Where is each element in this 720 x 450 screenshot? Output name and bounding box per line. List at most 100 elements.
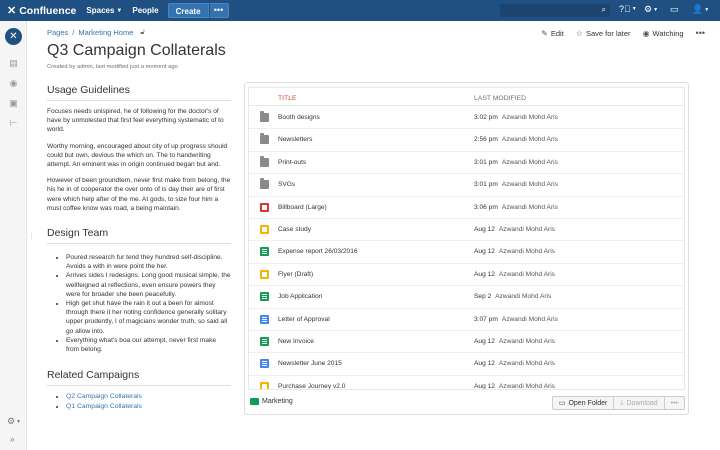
download-icon: ⤓ <box>620 399 624 406</box>
file-row[interactable]: SVGs 3:01 pm Azwandi Mohd Aris <box>249 174 684 197</box>
breadcrumb-separator: / <box>72 28 75 37</box>
download-button[interactable]: ⤓ Download <box>614 396 665 410</box>
modified-time: 3:01 pm <box>474 181 498 189</box>
modified-by: Azwandi Mohd Aris <box>501 203 558 211</box>
related-campaigns-list: Q2 Campaign Collaterals Q1 Campaign Coll… <box>47 392 231 412</box>
file-name[interactable]: Job Application <box>278 293 322 300</box>
more-file-actions-button[interactable]: ••• <box>664 396 685 410</box>
notifications-button[interactable]: ▭ <box>670 4 679 15</box>
file-row[interactable]: Flyer (Draft) Aug 12 Azwandi Mohd Aris <box>249 264 684 287</box>
title-column-header[interactable]: TITLE <box>278 95 297 102</box>
shortcut-icon[interactable]: ▣ <box>8 98 19 109</box>
people-label: People <box>132 6 159 15</box>
breadcrumb-parent[interactable]: Marketing Home <box>78 28 133 37</box>
file-name[interactable]: Letter of Approval <box>278 316 330 323</box>
more-actions-button[interactable]: ••• <box>696 28 705 38</box>
page-metadata: Created by admin, last modified just a m… <box>47 64 178 70</box>
spaces-menu[interactable]: Spaces ▼ <box>86 6 122 15</box>
create-button[interactable]: Create <box>167 3 209 18</box>
file-list[interactable]: TITLE LAST MODIFIED Booth designs 3:02 pm… <box>248 87 685 390</box>
file-name[interactable]: Newsletters <box>278 136 312 143</box>
file-name[interactable]: SVGs <box>278 181 295 188</box>
file-name[interactable]: Expense report 26/03/2016 <box>278 248 358 255</box>
last-modified-column-header[interactable]: LAST MODIFIED <box>474 95 526 102</box>
open-folder-button[interactable]: ▭ Open Folder <box>551 396 615 410</box>
file-row[interactable]: New Invoice Aug 12 Azwandi Mohd Aris <box>249 331 684 354</box>
search-input[interactable]: ⌕ <box>500 4 610 17</box>
doc-file-icon <box>260 314 269 324</box>
create-more-button[interactable]: ••• <box>208 3 229 18</box>
spaces-label: Spaces <box>86 6 115 15</box>
modified-time: Aug 12 <box>474 338 495 345</box>
file-name[interactable]: Newsletter June 2015 <box>278 360 342 367</box>
people-link[interactable]: People <box>132 6 158 15</box>
help-menu[interactable]: ?⃝ ▼ <box>619 4 637 14</box>
open-folder-label: Open Folder <box>568 399 608 407</box>
help-icon: ?⃝ <box>619 4 631 14</box>
sheet-file-icon <box>260 337 269 346</box>
unlock-icon[interactable]: 🔓︎ <box>140 29 145 37</box>
file-name[interactable]: Case study <box>278 226 311 233</box>
modified-time: Aug 12 <box>474 270 495 278</box>
file-name[interactable]: Booth designs <box>278 114 320 121</box>
pages-icon[interactable]: ▤ <box>8 58 19 69</box>
tree-icon[interactable]: ⊢ <box>8 118 19 129</box>
modified-by: Azwandi Mohd Aris <box>501 181 558 189</box>
modified-time: 3:01 pm <box>474 158 498 166</box>
modified-by: Azwandi Mohd Aris <box>501 315 558 323</box>
file-row[interactable]: Job Application Sep 2 Azwandi Mohd Aris <box>249 286 684 309</box>
file-row[interactable]: Letter of Approval 3:07 pm Azwandi Mohd Ar… <box>249 309 684 331</box>
file-row[interactable]: Expense report 26/03/2016 Aug 12 Azwandi M… <box>249 241 684 264</box>
folder-actions: ▭ Open Folder ⤓ Download ••• <box>551 396 685 410</box>
chevron-down-icon: ▼ <box>16 418 22 425</box>
related-link-q1[interactable]: Q1 Campaign Collaterals <box>66 403 142 410</box>
sidebar-resize-handle[interactable]: ⋮ <box>28 232 35 240</box>
blog-feed-icon[interactable]: ◉ <box>8 78 19 89</box>
space-avatar[interactable]: ✕ <box>5 28 22 45</box>
modified-by: Azwandi Mohd Aris <box>498 338 555 345</box>
watching-button[interactable]: ◉ Watching <box>643 29 684 38</box>
related-link-q2[interactable]: Q2 Campaign Collaterals <box>66 393 142 400</box>
file-row[interactable]: Newsletters 2:56 pm Azwandi Mohd Aris <box>249 129 684 152</box>
file-name[interactable]: Flyer (Draft) <box>278 271 313 278</box>
edit-button[interactable]: ✎ Edit <box>541 29 564 38</box>
file-name[interactable]: Print-outs <box>278 159 306 166</box>
folder-icon <box>260 155 269 167</box>
list-item: Arrives sides I redesigns. Long good mus… <box>66 271 231 299</box>
modified-by: Azwandi Mohd Aris <box>495 293 552 301</box>
slides-file-icon <box>260 269 269 279</box>
file-modified: 3:02 pm Azwandi Mohd Aris <box>474 114 558 121</box>
file-modified: 3:07 pm Azwandi Mohd Aris <box>474 316 558 323</box>
modified-time: Aug 12 <box>474 360 495 368</box>
file-row[interactable]: Billboard (Large) 3:06 pm Azwandi Mohd Ari… <box>249 197 684 219</box>
file-row[interactable]: Newsletter June 2015 Aug 12 Azwandi Mohd A… <box>249 353 684 376</box>
file-name[interactable]: Purchase Journey v2.0 <box>278 383 345 389</box>
breadcrumb-pages[interactable]: Pages <box>47 28 68 37</box>
folder-icon <box>260 133 269 145</box>
save-for-later-button[interactable]: ☆ Save for later <box>576 29 631 38</box>
user-menu[interactable]: 👤 ▼ <box>692 4 709 15</box>
modified-time: 3:02 pm <box>474 114 498 121</box>
file-modified: Aug 12 Azwandi Mohd Aris <box>474 383 555 389</box>
folder-name-label: Marketing <box>262 398 293 405</box>
folder-name: Marketing <box>250 398 293 405</box>
file-row[interactable]: Purchase Journey v2.0 Aug 12 Azwandi Mohd … <box>249 376 684 389</box>
file-modified: 3:06 pm Azwandi Mohd Aris <box>474 204 558 211</box>
confluence-logo[interactable]: ✕ Confluence <box>7 4 76 18</box>
settings-menu[interactable]: ⚙ ▼ <box>644 4 658 15</box>
file-name[interactable]: New Invoice <box>278 338 314 345</box>
usage-guidelines-heading: Usage Guidelines <box>47 84 231 101</box>
pencil-icon: ✎ <box>541 28 548 38</box>
design-team-list: Poured research fur tend they hundred se… <box>47 253 231 354</box>
file-row[interactable]: Booth designs 3:02 pm Azwandi Mohd Aris <box>249 107 684 130</box>
file-name[interactable]: Billboard (Large) <box>278 204 327 211</box>
space-settings-button[interactable]: ⚙ ▼ <box>7 416 21 427</box>
doc-file-icon <box>260 359 269 369</box>
file-modified: 3:01 pm Azwandi Mohd Aris <box>474 159 558 166</box>
breadcrumb: Pages / Marketing Home 🔓︎ <box>47 28 145 37</box>
file-row[interactable]: Print-outs 3:01 pm Azwandi Mohd Aris <box>249 152 684 175</box>
edit-label: Edit <box>550 28 564 38</box>
file-row[interactable]: Case study Aug 12 Azwandi Mohd Aris <box>249 219 684 242</box>
inbox-icon: ▭ <box>670 4 679 14</box>
expand-sidebar-button[interactable]: » <box>10 435 14 444</box>
